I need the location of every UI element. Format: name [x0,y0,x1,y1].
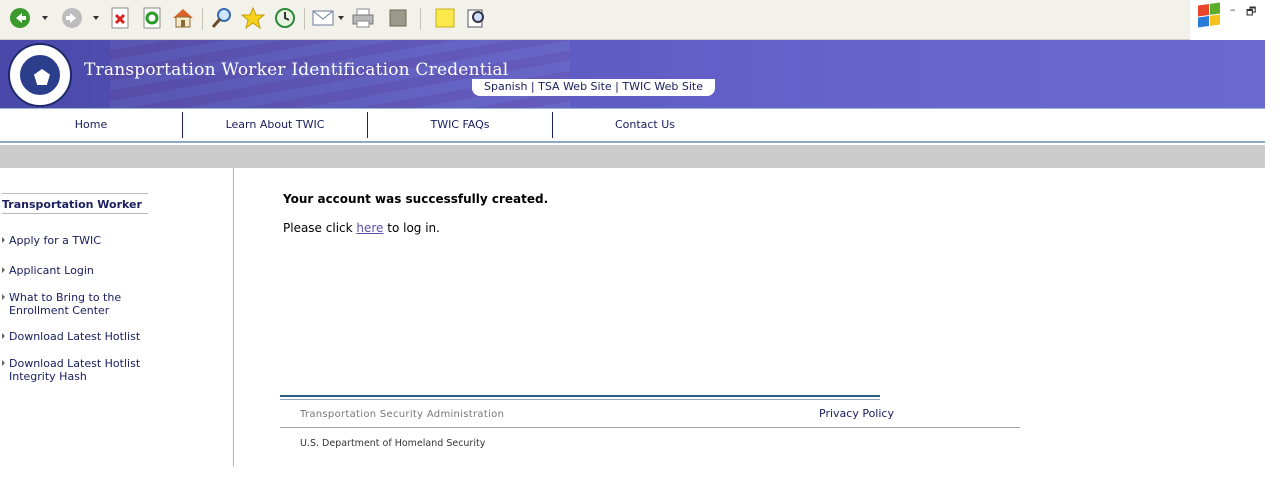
dhs-seal-logo[interactable] [8,43,72,107]
home-icon[interactable] [171,6,195,30]
window-controls: – 🗗 [1190,0,1280,40]
restore-button[interactable]: 🗗 [1246,3,1256,22]
nav-contact-us[interactable]: Contact Us [553,109,737,140]
bullet-arrow-icon [2,267,5,273]
footer-agency-name: Transportation Security Administration [300,409,505,420]
print-icon[interactable] [351,6,375,30]
forward-dropdown-icon[interactable] [93,16,99,20]
minimize-button[interactable]: – [1230,3,1236,16]
privacy-policy-link[interactable]: Privacy Policy [819,407,894,420]
sidebar-item-apply[interactable]: Apply for a TWIC [2,234,148,247]
site-header: Transportation Worker Identification Cre… [0,40,1265,108]
research-icon[interactable] [464,6,488,30]
footer-divider-thin [280,399,880,400]
instruction-suffix: to log in. [383,221,440,235]
nav-twic-faqs[interactable]: TWIC FAQs [368,109,552,140]
sidebar-item-label: Applicant Login [9,264,94,277]
back-icon[interactable] [8,6,32,30]
sidebar-item-label: Download Latest Hotlist [9,330,141,343]
scrollbar-area [1265,40,1280,500]
sidebar-item-what-to-bring[interactable]: What to Bring to the Enrollment Center [2,291,148,317]
nav-learn-about-twic[interactable]: Learn About TWIC [183,109,367,140]
sidebar-heading: Transportation Worker [2,193,148,214]
forward-icon[interactable] [60,6,84,30]
site-title: Transportation Worker Identification Cre… [84,60,509,80]
link-separator: | [527,80,539,93]
sidebar-item-download-hotlist[interactable]: Download Latest Hotlist [2,330,148,343]
favorites-icon[interactable] [241,6,265,30]
windows-logo-icon [1198,2,1220,28]
sidebar: Transportation Worker Apply for a TWIC A… [0,168,234,466]
nav-home[interactable]: Home [0,109,182,140]
success-message: Your account was successfully created. [283,192,549,206]
notes-icon[interactable] [433,6,457,30]
top-links: Spanish | TSA Web Site | TWIC Web Site [472,79,715,96]
refresh-icon[interactable] [140,6,164,30]
sidebar-item-download-hotlist-hash[interactable]: Download Latest Hotlist Integrity Hash [2,357,148,383]
footer-divider [280,395,880,397]
instruction-prefix: Please click [283,221,357,235]
bullet-arrow-icon [2,333,5,339]
stop-icon[interactable] [108,6,132,30]
search-icon[interactable] [210,6,234,30]
login-instruction: Please click here to log in. [283,221,440,235]
mail-icon[interactable] [311,6,335,30]
twic-website-link[interactable]: TWIC Web Site [622,79,703,96]
browser-toolbar: – 🗗 [0,0,1280,40]
sidebar-item-applicant-login[interactable]: Applicant Login [2,264,148,277]
tsa-website-link[interactable]: TSA Web Site [538,79,612,96]
sidebar-item-label: What to Bring to the Enrollment Center [9,291,122,317]
bullet-arrow-icon [2,237,5,243]
sidebar-item-label: Download Latest Hotlist Integrity Hash [9,357,141,383]
spanish-link[interactable]: Spanish [484,79,527,96]
bullet-arrow-icon [2,294,5,300]
bullet-arrow-icon [2,360,5,366]
gray-divider-bar [0,145,1265,168]
back-dropdown-icon[interactable] [42,16,48,20]
sidebar-item-label: Apply for a TWIC [9,234,101,247]
link-separator: | [611,80,623,93]
login-here-link[interactable]: here [356,221,383,235]
main-navigation: Home Learn About TWIC TWIC FAQs Contact … [0,108,1265,143]
history-icon[interactable] [273,6,297,30]
edit-icon[interactable] [386,6,410,30]
footer-rule [280,427,1020,428]
mail-dropdown-icon[interactable] [338,16,344,20]
footer-department-name: U.S. Department of Homeland Security [300,438,486,449]
